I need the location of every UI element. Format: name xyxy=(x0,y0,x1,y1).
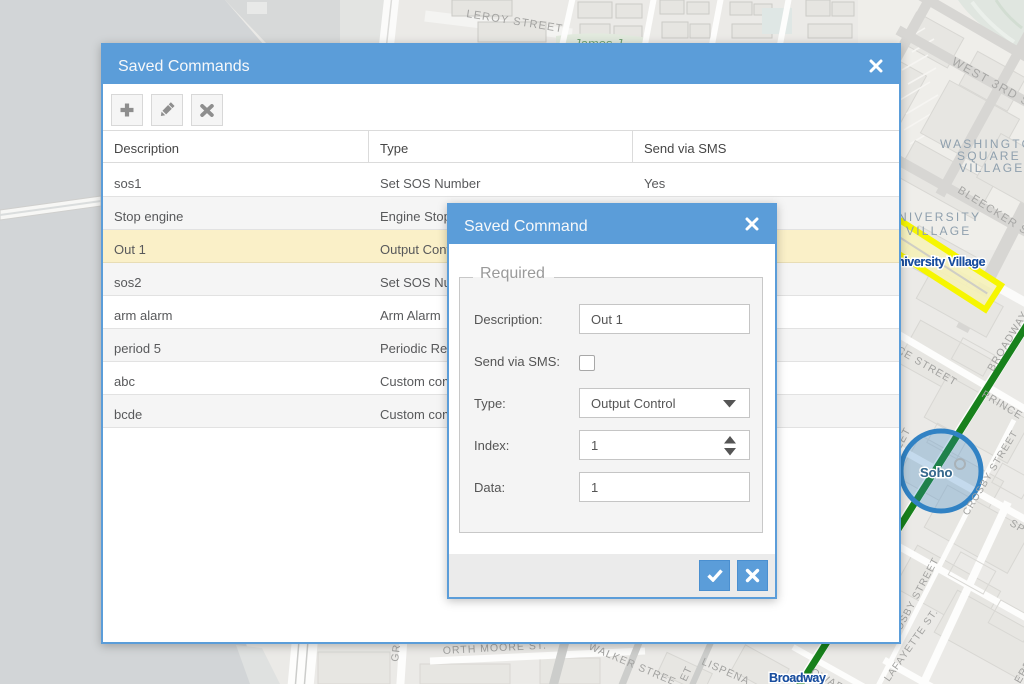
svg-text:VILLAGE: VILLAGE xyxy=(959,161,1024,175)
svg-text:NIVERSITY: NIVERSITY xyxy=(898,210,981,224)
svg-text:Soho: Soho xyxy=(920,465,953,480)
svg-text:niversity Village: niversity Village xyxy=(897,255,986,269)
svg-text:GR: GR xyxy=(389,643,403,662)
svg-text:VILLAGE: VILLAGE xyxy=(906,224,971,238)
svg-text:Broadway: Broadway xyxy=(769,671,826,684)
